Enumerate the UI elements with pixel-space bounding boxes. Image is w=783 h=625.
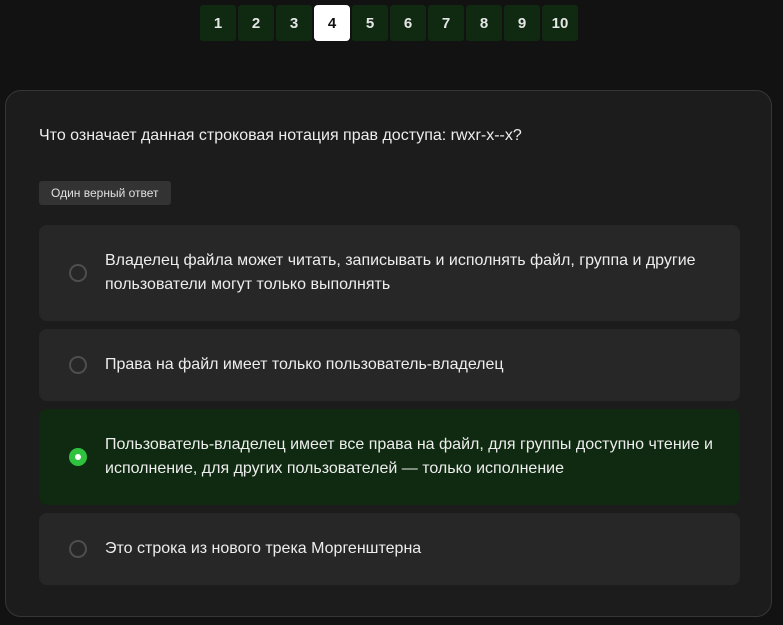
- radio-unchecked-icon[interactable]: [69, 540, 87, 558]
- page-button-2[interactable]: 2: [238, 5, 274, 41]
- answer-option-1[interactable]: Владелец файла может читать, записывать …: [39, 225, 740, 321]
- answer-option-label: Это строка из нового трека Моргенштерна: [105, 540, 422, 557]
- question-card: Что означает данная строковая нотация пр…: [5, 90, 772, 617]
- radio-unchecked-icon[interactable]: [69, 356, 87, 374]
- page-button-9[interactable]: 9: [504, 5, 540, 41]
- radio-checked-icon[interactable]: [69, 448, 87, 466]
- answer-option-label: Пользователь-владелец имеет все права на…: [105, 436, 713, 477]
- answer-option-4[interactable]: Это строка из нового трека Моргенштерна: [39, 513, 740, 585]
- page-button-5[interactable]: 5: [352, 5, 388, 41]
- question-text: Что означает данная строковая нотация пр…: [39, 127, 522, 144]
- page-button-6[interactable]: 6: [390, 5, 426, 41]
- answer-type-badge: Один верный ответ: [39, 181, 171, 205]
- page-button-10[interactable]: 10: [542, 5, 578, 41]
- answer-option-label: Владелец файла может читать, записывать …: [105, 252, 696, 293]
- page-button-1[interactable]: 1: [200, 5, 236, 41]
- page-button-8[interactable]: 8: [466, 5, 502, 41]
- answer-option-label: Права на файл имеет только пользователь-…: [105, 356, 504, 373]
- radio-unchecked-icon[interactable]: [69, 264, 87, 282]
- page-button-7[interactable]: 7: [428, 5, 464, 41]
- page-button-4-current[interactable]: 4: [314, 5, 350, 41]
- answer-option-3-selected[interactable]: Пользователь-владелец имеет все права на…: [39, 409, 740, 505]
- page-button-3[interactable]: 3: [276, 5, 312, 41]
- answer-option-2[interactable]: Права на файл имеет только пользователь-…: [39, 329, 740, 401]
- question-pagination: 1 2 3 4 5 6 7 8 9 10: [200, 5, 578, 41]
